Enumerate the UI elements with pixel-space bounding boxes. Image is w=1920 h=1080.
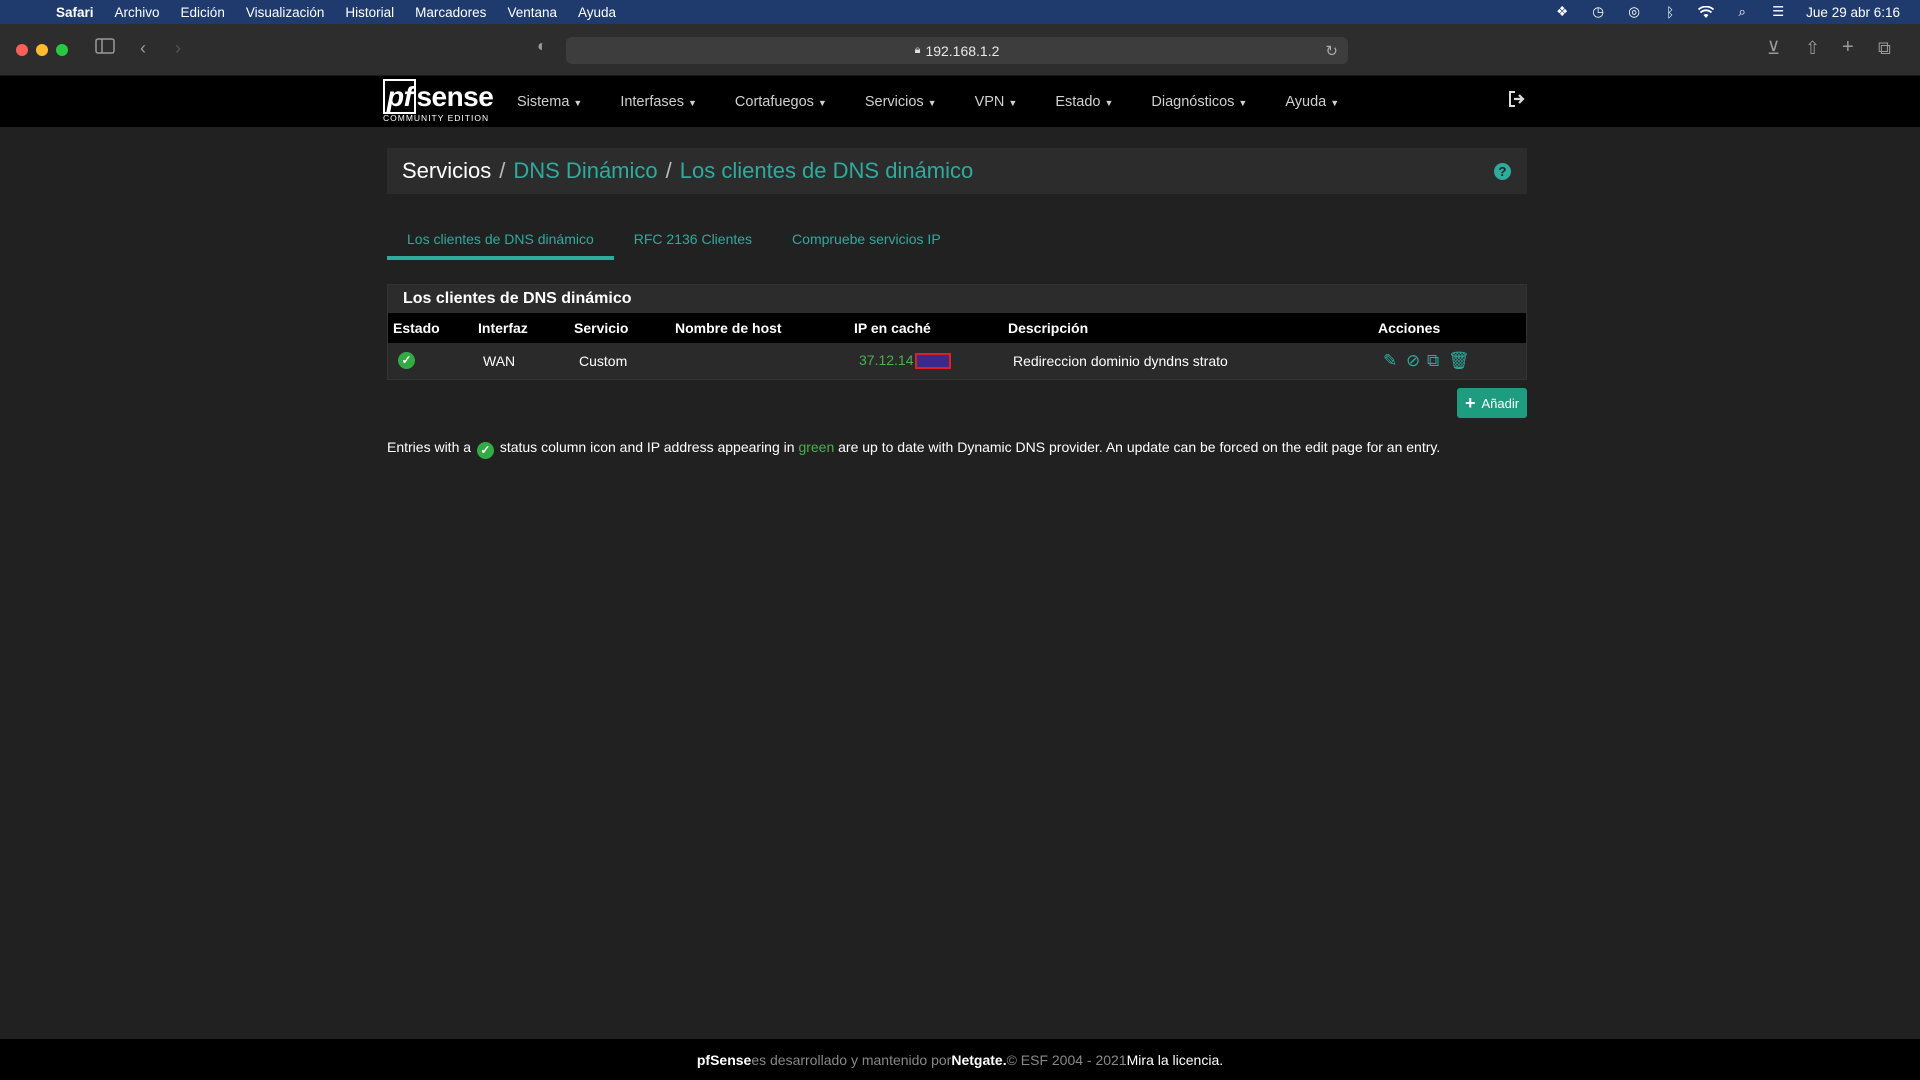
menu-visualizacion[interactable]: Visualización (246, 5, 325, 20)
col-descripcion: Descripción (1008, 320, 1089, 336)
address-bar[interactable]: 🔒︎ 192.168.1.2 ↻ (566, 37, 1348, 64)
netgate-link[interactable]: Netgate. (951, 1052, 1006, 1068)
caret-down-icon: ▼ (927, 98, 937, 108)
panel-title: Los clientes de DNS dinámico (388, 285, 1526, 313)
caret-down-icon: ▼ (687, 98, 697, 108)
minimize-window-button[interactable] (36, 44, 48, 56)
breadcrumb-clientes[interactable]: Los clientes de DNS dinámico (680, 158, 973, 184)
menu-ventana[interactable]: Ventana (507, 5, 557, 20)
caret-down-icon: ▼ (1238, 98, 1248, 108)
nav-cortafuegos[interactable]: Cortafuegos ▼ (735, 94, 827, 110)
menu-historial[interactable]: Historial (345, 5, 394, 20)
main-nav: Sistema ▼ Interfases ▼ Cortafuegos ▼ Servic… (517, 77, 1377, 127)
col-hostname: Nombre de host (675, 320, 782, 336)
nav-interfases[interactable]: Interfases ▼ (620, 94, 697, 110)
menu-safari[interactable]: Safari (56, 5, 94, 20)
nav-diagnosticos[interactable]: Diagnósticos ▼ (1151, 94, 1247, 110)
caret-down-icon: ▼ (1008, 98, 1018, 108)
pfsense-logo[interactable]: pf sense COMMUNITY EDITION (383, 79, 494, 123)
bluetooth-icon[interactable]: ᛒ (1662, 4, 1678, 20)
menu-archivo[interactable]: Archivo (115, 5, 160, 20)
edition-label: COMMUNITY EDITION (383, 113, 490, 123)
airdrop-icon[interactable]: ◎ (1626, 4, 1642, 20)
status-ok-icon: ✓ (476, 442, 494, 459)
redaction-box (914, 353, 951, 370)
control-center-icon[interactable]: ☰ (1770, 4, 1786, 20)
col-acciones: Acciones (1378, 320, 1441, 336)
col-ip: IP en caché (854, 320, 931, 336)
nav-estado[interactable]: Estado ▼ (1055, 94, 1113, 110)
menubar-clock[interactable]: Jue 29 abr 6:16 (1806, 5, 1900, 20)
caret-down-icon: ▼ (1330, 98, 1340, 108)
maximize-window-button[interactable] (56, 44, 68, 56)
caret-down-icon: ▼ (1104, 98, 1114, 108)
page-content: Servicios / DNS Dinámico / Los clientes … (0, 127, 1920, 1039)
help-icon[interactable]: ? (1494, 163, 1511, 180)
caret-down-icon: ▼ (573, 98, 583, 108)
disable-icon[interactable]: ⊘ (1406, 351, 1420, 371)
pfsense-navbar: pf sense COMMUNITY EDITION Sistema ▼ Inter… (0, 77, 1920, 127)
sidebar-toggle-icon[interactable] (95, 38, 115, 59)
spotlight-icon[interactable]: ⌕ (1734, 4, 1750, 20)
clients-panel: Los clientes de DNS dinámico Estado Inte… (387, 284, 1527, 380)
url-text: 192.168.1.2 (925, 42, 1000, 59)
wifi-icon[interactable] (1698, 4, 1715, 20)
share-icon[interactable]: ⇧ (1805, 38, 1820, 59)
delete-icon[interactable]: 🗑︎ (1448, 351, 1470, 371)
logout-icon[interactable] (1508, 91, 1526, 112)
status-note: Entries with a ✓ status column icon and … (387, 439, 1441, 459)
reload-icon[interactable]: ↻ (1325, 42, 1338, 60)
add-button[interactable]: + Añadir (1457, 388, 1527, 418)
macos-menubar: Safari Archivo Edición Visualización His… (0, 0, 1920, 24)
footer-brand: pfSense (696, 1051, 752, 1068)
tab-bar: Los clientes de DNS dinámico RFC 2136 Cl… (387, 218, 961, 260)
caret-down-icon: ▼ (817, 98, 827, 108)
status-ok-icon: ✓ (398, 352, 415, 369)
breadcrumb: Servicios / DNS Dinámico / Los clientes … (387, 148, 1527, 194)
menu-ayuda[interactable]: Ayuda (578, 5, 616, 20)
back-icon[interactable]: ‹ (140, 38, 146, 59)
nav-ayuda[interactable]: Ayuda ▼ (1285, 94, 1339, 110)
breadcrumb-dns-dinamico[interactable]: DNS Dinámico (513, 158, 657, 184)
close-window-button[interactable] (16, 44, 28, 56)
menu-marcadores[interactable]: Marcadores (415, 5, 486, 20)
col-interfaz: Interfaz (478, 320, 528, 336)
tab-check-ip[interactable]: Compruebe servicios IP (772, 218, 961, 260)
lock-icon: 🔒︎ (914, 44, 921, 56)
table-row: ✓ WAN Custom 37.12.14 Redireccion domini… (388, 343, 1526, 379)
cell-description: Redireccion dominio dyndns strato (1013, 353, 1228, 369)
cell-service: Custom (579, 353, 628, 369)
tab-clientes-dns[interactable]: Los clientes de DNS dinámico (387, 218, 614, 260)
browser-toolbar: ‹ › ◐ 🔒︎ 192.168.1.2 ↻ ⊻ ⇧ + ⧉ (0, 24, 1920, 76)
footer: pfSense es desarrollado y mantenido por … (0, 1039, 1920, 1080)
nav-vpn[interactable]: VPN ▼ (975, 94, 1018, 110)
time-machine-icon[interactable]: ◷ (1590, 4, 1606, 20)
dropbox-icon[interactable]: ❖ (1554, 4, 1570, 20)
license-link[interactable]: Mira la licencia. (1127, 1052, 1223, 1068)
table-header: Estado Interfaz Servicio Nombre de host … (388, 313, 1526, 343)
menu-edicion[interactable]: Edición (181, 5, 225, 20)
cell-interface: WAN (483, 353, 516, 369)
cell-ip: 37.12.14 (859, 352, 951, 370)
col-servicio: Servicio (574, 320, 629, 336)
nav-servicios[interactable]: Servicios ▼ (865, 94, 937, 110)
tab-rfc2136[interactable]: RFC 2136 Clientes (614, 218, 772, 260)
nav-sistema[interactable]: Sistema ▼ (517, 94, 582, 110)
edit-icon[interactable]: ✎ (1383, 351, 1397, 371)
privacy-shield-icon[interactable]: ◐ (537, 38, 547, 56)
downloads-icon[interactable]: ⊻ (1767, 38, 1780, 59)
plus-icon: + (1464, 392, 1476, 413)
breadcrumb-servicios: Servicios (402, 158, 492, 183)
col-estado: Estado (393, 320, 440, 336)
forward-icon[interactable]: › (175, 38, 181, 59)
new-tab-icon[interactable]: + (1842, 36, 1854, 59)
copy-icon[interactable]: ⧉ (1427, 351, 1439, 371)
tab-overview-icon[interactable]: ⧉ (1878, 38, 1891, 59)
